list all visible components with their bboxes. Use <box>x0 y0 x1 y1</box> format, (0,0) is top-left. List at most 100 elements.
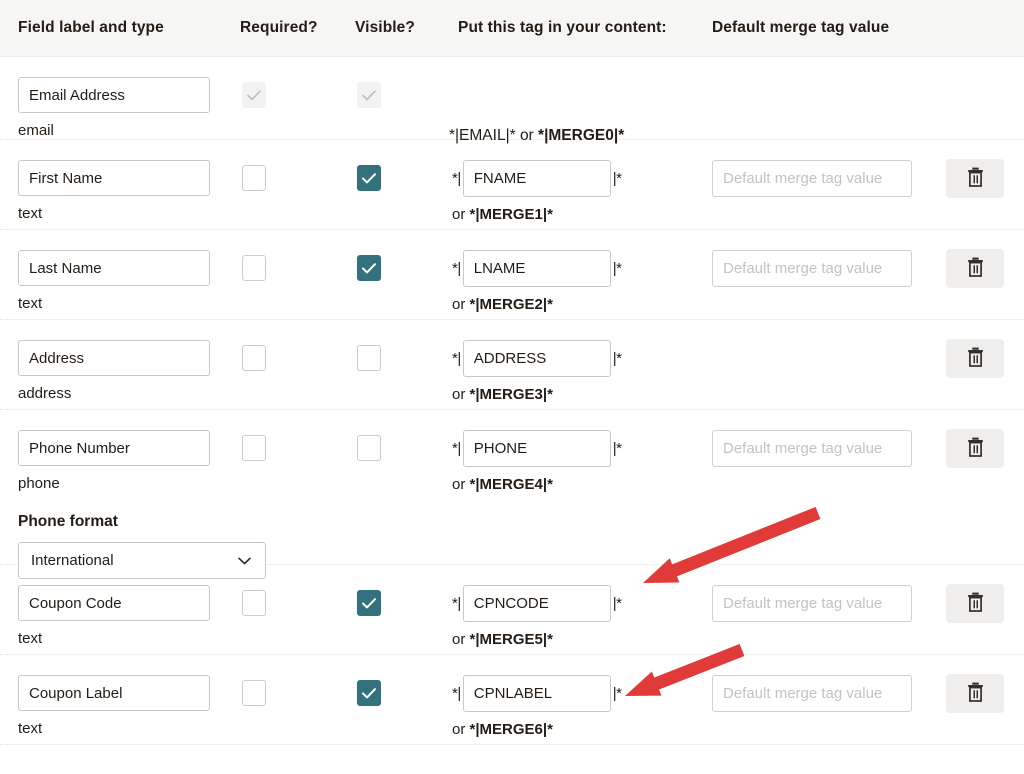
merge-tag-input[interactable] <box>463 340 611 377</box>
visible-checkbox[interactable] <box>357 345 381 371</box>
visible-checkbox[interactable] <box>357 435 381 461</box>
required-checkbox[interactable] <box>242 590 266 616</box>
default-merge-value-input[interactable] <box>712 430 912 467</box>
merge-tag-input[interactable] <box>463 250 611 287</box>
tag-close-delimiter: |* <box>613 685 622 702</box>
field-label-cell: text <box>18 585 210 646</box>
required-checkbox <box>242 82 266 108</box>
alt-tag-prefix: or <box>452 386 470 403</box>
field-label-cell: text <box>18 675 210 736</box>
tag-open-delimiter: *| <box>452 685 461 702</box>
field-type-label: phone <box>18 476 210 491</box>
merge-fields-table: Field label and type Required? Visible? … <box>0 0 1024 745</box>
field-label-cell: text <box>18 160 210 221</box>
merge-tag-input[interactable] <box>463 430 611 467</box>
field-label-input[interactable] <box>18 250 210 286</box>
trash-icon <box>967 682 984 705</box>
visible-checkbox[interactable] <box>357 165 381 191</box>
field-type-label: address <box>18 386 210 401</box>
visible-checkbox[interactable] <box>357 590 381 616</box>
delete-field-button[interactable] <box>946 249 1004 288</box>
merge-tag-cell: *| |* or *|MERGE5|* <box>452 585 621 648</box>
merge-tag-input[interactable] <box>463 675 611 712</box>
field-label-input[interactable] <box>18 585 210 621</box>
merge-tag-cell: *| |* or *|MERGE2|* <box>452 250 621 313</box>
tag-close-delimiter: |* <box>613 170 622 187</box>
default-merge-value-input[interactable] <box>712 675 912 712</box>
table-row: email *|EMAIL|* or *|MERGE0|* <box>0 57 1024 140</box>
delete-field-button[interactable] <box>946 674 1004 713</box>
visible-checkbox[interactable] <box>357 680 381 706</box>
phone-format-title: Phone format <box>18 513 266 531</box>
field-label-cell: text <box>18 250 210 311</box>
delete-field-button[interactable] <box>946 429 1004 468</box>
merge-tag-line: *| |* <box>452 340 621 377</box>
field-label-input[interactable] <box>18 430 210 466</box>
field-label-cell: address <box>18 340 210 401</box>
field-type-label: text <box>18 206 210 221</box>
alt-tag-value: *|MERGE6|* <box>470 721 553 738</box>
table-header-row: Field label and type Required? Visible? … <box>0 0 1024 57</box>
default-merge-value-input[interactable] <box>712 585 912 622</box>
tag-close-delimiter: |* <box>613 440 622 457</box>
tag-open-delimiter: *| <box>452 440 461 457</box>
tag-open-delimiter: *| <box>452 595 461 612</box>
alt-tag-value: *|MERGE1|* <box>470 206 553 223</box>
chevron-down-icon <box>238 557 251 565</box>
alt-merge-tag-line: or *|MERGE2|* <box>452 296 621 313</box>
merge-tag-input[interactable] <box>463 585 611 622</box>
delete-field-button[interactable] <box>946 159 1004 198</box>
trash-icon <box>967 167 984 190</box>
required-checkbox[interactable] <box>242 345 266 371</box>
field-type-label: text <box>18 631 210 646</box>
trash-icon <box>967 347 984 370</box>
required-checkbox[interactable] <box>242 255 266 281</box>
required-checkbox[interactable] <box>242 680 266 706</box>
merge-tag-cell: *| |* or *|MERGE1|* <box>452 160 621 223</box>
delete-field-button[interactable] <box>946 584 1004 623</box>
check-icon <box>358 166 380 190</box>
field-type-label: text <box>18 296 210 311</box>
tag-close-delimiter: |* <box>613 260 622 277</box>
merge-tag-line: *| |* <box>452 430 621 467</box>
field-label-input[interactable] <box>18 77 210 113</box>
table-row: text *| |* or *|MERGE1|* <box>0 140 1024 230</box>
trash-icon <box>967 592 984 615</box>
delete-field-button[interactable] <box>946 339 1004 378</box>
table-row: text *| |* or *|MERGE6|* <box>0 655 1024 745</box>
check-icon <box>358 83 380 107</box>
merge-tag-cell: *| |* or *|MERGE6|* <box>452 675 621 738</box>
default-merge-value-input[interactable] <box>712 250 912 287</box>
required-checkbox[interactable] <box>242 165 266 191</box>
visible-checkbox <box>357 82 381 108</box>
table-row: phone *| |* or *|MERGE4|* <box>0 410 1024 565</box>
alt-tag-prefix: or <box>452 296 470 313</box>
field-label-cell: email <box>18 77 210 138</box>
visible-checkbox[interactable] <box>357 255 381 281</box>
column-header-tag: Put this tag in your content: <box>458 19 667 37</box>
alt-tag-prefix: or <box>452 476 470 493</box>
field-label-input[interactable] <box>18 340 210 376</box>
trash-icon <box>967 257 984 280</box>
table-row: text *| |* or *|MERGE5|* <box>0 565 1024 655</box>
required-checkbox[interactable] <box>242 435 266 461</box>
table-row: address *| |* or *|MERGE3|* <box>0 320 1024 410</box>
default-merge-value-input[interactable] <box>712 160 912 197</box>
alt-merge-tag-line: or *|MERGE4|* <box>452 476 621 493</box>
field-label-input[interactable] <box>18 160 210 196</box>
merge-tag-line: *| |* <box>452 675 621 712</box>
field-label-cell: phone <box>18 430 210 491</box>
column-header-required: Required? <box>240 19 318 37</box>
field-label-input[interactable] <box>18 675 210 711</box>
merge-tag-line: *| |* <box>452 160 621 197</box>
alt-merge-tag-line: or *|MERGE6|* <box>452 721 621 738</box>
column-header-visible: Visible? <box>355 19 415 37</box>
alt-tag-value: *|MERGE2|* <box>470 296 553 313</box>
merge-tag-input[interactable] <box>463 160 611 197</box>
merge-tag-cell: *| |* or *|MERGE4|* <box>452 430 621 493</box>
tag-open-delimiter: *| <box>452 170 461 187</box>
alt-tag-value: *|MERGE3|* <box>470 386 553 403</box>
alt-tag-prefix: or <box>452 721 470 738</box>
alt-tag-prefix: or <box>452 631 470 648</box>
tag-open-delimiter: *| <box>452 260 461 277</box>
